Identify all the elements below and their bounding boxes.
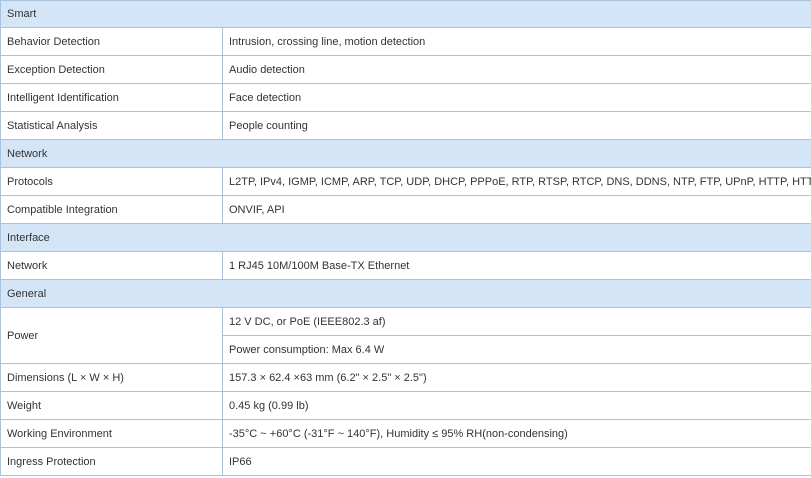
spec-row-power: Power 12 V DC, or PoE (IEEE802.3 af) [0,307,811,364]
spec-label: Behavior Detection [0,27,223,56]
spec-value: IP66 [222,447,811,476]
spec-row-working-environment: Working Environment -35°C ~ +60°C (-31°F… [0,419,811,448]
spec-label: Weight [0,391,223,420]
section-header-smart: Smart [0,0,811,28]
spec-value: Intrusion, crossing line, motion detecti… [222,27,811,56]
spec-label: Exception Detection [0,55,223,84]
spec-label: Compatible Integration [0,195,223,224]
spec-value: 1 RJ45 10M/100M Base-TX Ethernet [222,251,811,280]
spec-row-dimensions: Dimensions (L × W × H) 157.3 × 62.4 ×63 … [0,363,811,392]
spec-label: Ingress Protection [0,447,223,476]
spec-row-compatible-integration: Compatible Integration ONVIF, API [0,195,811,224]
spec-row-weight: Weight 0.45 kg (0.99 lb) [0,391,811,420]
spec-value: 157.3 × 62.4 ×63 mm (6.2" × 2.5" × 2.5") [222,363,811,392]
section-header-network: Network [0,139,811,168]
section-title: General [0,279,811,308]
spec-value: 0.45 kg (0.99 lb) [222,391,811,420]
spec-label: Statistical Analysis [0,111,223,140]
spec-label: Dimensions (L × W × H) [0,363,223,392]
spec-label: Network [0,251,223,280]
section-title: Network [0,139,811,168]
spec-label: Power [0,307,223,364]
spec-value: 12 V DC, or PoE (IEEE802.3 af) [222,307,811,336]
spec-value: ONVIF, API [222,195,811,224]
spec-row-exception-detection: Exception Detection Audio detection [0,55,811,84]
spec-value: Power consumption: Max 6.4 W [222,335,811,364]
spec-value: L2TP, IPv4, IGMP, ICMP, ARP, TCP, UDP, D… [222,167,811,196]
spec-row-protocols: Protocols L2TP, IPv4, IGMP, ICMP, ARP, T… [0,167,811,196]
spec-value: Face detection [222,83,811,112]
spec-label: Intelligent Identification [0,83,223,112]
section-title: Interface [0,223,811,252]
spec-row-ingress-protection: Ingress Protection IP66 [0,447,811,476]
spec-row-statistical-analysis: Statistical Analysis People counting [0,111,811,140]
section-header-general: General [0,279,811,308]
spec-row-behavior-detection: Behavior Detection Intrusion, crossing l… [0,27,811,56]
spec-label: Working Environment [0,419,223,448]
section-header-interface: Interface [0,223,811,252]
spec-row-network-interface: Network 1 RJ45 10M/100M Base-TX Ethernet [0,251,811,280]
section-title: Smart [0,0,811,28]
spec-row-intelligent-identification: Intelligent Identification Face detectio… [0,83,811,112]
spec-value: -35°C ~ +60°C (-31°F ~ 140°F), Humidity … [222,419,811,448]
spec-label: Protocols [0,167,223,196]
spec-value: Audio detection [222,55,811,84]
spec-table: Smart Behavior Detection Intrusion, cros… [0,0,811,476]
spec-value: People counting [222,111,811,140]
